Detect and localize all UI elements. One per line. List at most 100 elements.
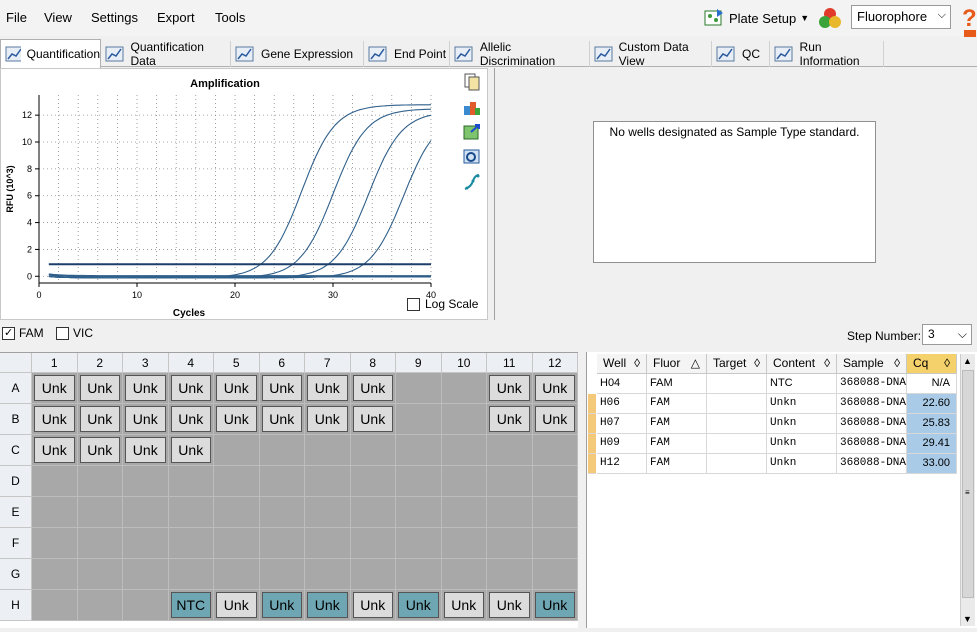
plate-well-C1[interactable]: Unk (32, 435, 78, 466)
plate-column-header[interactable]: 2 (77, 353, 123, 373)
tab-gene-expression[interactable]: Gene Expression (231, 41, 364, 67)
plate-well-E8[interactable] (350, 497, 396, 528)
plate-well-C10[interactable] (441, 435, 487, 466)
row-selector[interactable] (588, 394, 596, 414)
menu-view[interactable]: View (44, 10, 72, 25)
table-cell[interactable]: 368088-DNA (837, 414, 907, 434)
tab-custom-data-view[interactable]: Custom Data View (590, 40, 712, 68)
plate-row-header[interactable]: G (0, 559, 32, 590)
plate-well-E3[interactable] (123, 497, 169, 528)
plate-well-F5[interactable] (214, 528, 260, 559)
plate-well-D4[interactable] (168, 466, 214, 497)
plate-well-B12[interactable]: Unk (532, 404, 578, 435)
plate-well-E1[interactable] (32, 497, 78, 528)
plate-well-C2[interactable]: Unk (77, 435, 123, 466)
table-cell[interactable]: FAM (647, 454, 707, 474)
plate-well-E11[interactable] (487, 497, 533, 528)
plate-well-A11[interactable]: Unk (487, 373, 533, 404)
plate-column-header[interactable]: 5 (214, 353, 260, 373)
plate-well-E2[interactable] (77, 497, 123, 528)
plate-well-G9[interactable] (396, 559, 442, 590)
table-cell[interactable]: 29.41 (907, 434, 957, 454)
plate-well-E9[interactable] (396, 497, 442, 528)
plate-well-C5[interactable] (214, 435, 260, 466)
plate-row-header[interactable]: C (0, 435, 32, 466)
plate-well-D3[interactable] (123, 466, 169, 497)
color-palette-icon[interactable] (463, 98, 481, 116)
sort-icon[interactable]: ◊ (754, 356, 760, 371)
plate-well-D9[interactable] (396, 466, 442, 497)
plate-well-G10[interactable] (441, 559, 487, 590)
plate-column-header[interactable]: 10 (441, 353, 487, 373)
table-cell[interactable] (707, 374, 767, 394)
step-number-select[interactable]: 3 ⌵ (922, 324, 972, 345)
tab-end-point[interactable]: End Point (364, 41, 450, 67)
table-cell[interactable]: H04 (597, 374, 647, 394)
curve-fit-icon[interactable] (463, 173, 481, 191)
table-cell[interactable]: H09 (597, 434, 647, 454)
plate-well-H1[interactable] (32, 590, 78, 621)
plate-well-H4[interactable]: NTC (168, 590, 214, 621)
plate-well-G6[interactable] (259, 559, 305, 590)
plate-well-G2[interactable] (77, 559, 123, 590)
plate-well-A9[interactable] (396, 373, 442, 404)
plate-row-header[interactable]: H (0, 590, 32, 621)
plate-column-header[interactable]: 1 (32, 353, 78, 373)
plate-well-C11[interactable] (487, 435, 533, 466)
tab-quantification[interactable]: Quantification (0, 39, 101, 68)
plate-well-F10[interactable] (441, 528, 487, 559)
plate-setup-button[interactable]: Plate Setup ▼ (703, 6, 809, 30)
plate-row-header[interactable]: A (0, 373, 32, 404)
tab-allelic-discrimination[interactable]: Allelic Discrimination (450, 40, 590, 68)
table-cell[interactable] (707, 434, 767, 454)
plate-well-H11[interactable]: Unk (487, 590, 533, 621)
plate-well-C8[interactable] (350, 435, 396, 466)
plate-well-G3[interactable] (123, 559, 169, 590)
table-cell[interactable]: FAM (647, 414, 707, 434)
sort-icon[interactable]: ◊ (944, 356, 950, 371)
plate-well-F11[interactable] (487, 528, 533, 559)
plate-well-A12[interactable]: Unk (532, 373, 578, 404)
plate-well-C3[interactable]: Unk (123, 435, 169, 466)
scroll-up-icon[interactable]: ▲ (963, 356, 972, 366)
plate-column-header[interactable]: 8 (350, 353, 396, 373)
plate-well-B4[interactable]: Unk (168, 404, 214, 435)
plate-well-F6[interactable] (259, 528, 305, 559)
plate-well-C7[interactable] (305, 435, 351, 466)
plate-well-H3[interactable] (123, 590, 169, 621)
plate-well-F12[interactable] (532, 528, 578, 559)
plate-well-D1[interactable] (32, 466, 78, 497)
plate-well-E4[interactable] (168, 497, 214, 528)
table-cell[interactable]: H06 (597, 394, 647, 414)
plate-well-H10[interactable]: Unk (441, 590, 487, 621)
sort-icon[interactable]: ◊ (634, 356, 640, 371)
plate-well-A2[interactable]: Unk (77, 373, 123, 404)
row-selector[interactable] (588, 434, 596, 454)
plate-row-header[interactable]: E (0, 497, 32, 528)
plate-column-header[interactable]: 4 (168, 353, 214, 373)
plate-well-H5[interactable]: Unk (214, 590, 260, 621)
plate-well-A6[interactable]: Unk (259, 373, 305, 404)
table-cell[interactable]: 368088-DNA (837, 374, 907, 394)
plate-well-A10[interactable] (441, 373, 487, 404)
plate-well-H9[interactable]: Unk (396, 590, 442, 621)
plate-well-E6[interactable] (259, 497, 305, 528)
plate-well-F4[interactable] (168, 528, 214, 559)
plate-well-G12[interactable] (532, 559, 578, 590)
plate-well-G7[interactable] (305, 559, 351, 590)
plate-well-D7[interactable] (305, 466, 351, 497)
column-header-target[interactable]: Target ◊ (707, 354, 767, 374)
plate-well-F1[interactable] (32, 528, 78, 559)
tab-qc[interactable]: QC (712, 41, 770, 67)
plate-well-B9[interactable] (396, 404, 442, 435)
plate-column-header[interactable]: 9 (396, 353, 442, 373)
plate-column-header[interactable]: 12 (532, 353, 578, 373)
plate-well-D2[interactable] (77, 466, 123, 497)
plate-well-G5[interactable] (214, 559, 260, 590)
plate-well-F9[interactable] (396, 528, 442, 559)
plate-well-A4[interactable]: Unk (168, 373, 214, 404)
zoom-icon[interactable] (463, 148, 481, 166)
table-cell[interactable]: 22.60 (907, 394, 957, 414)
row-selector[interactable] (588, 414, 596, 434)
log-scale-box[interactable] (407, 297, 420, 311)
